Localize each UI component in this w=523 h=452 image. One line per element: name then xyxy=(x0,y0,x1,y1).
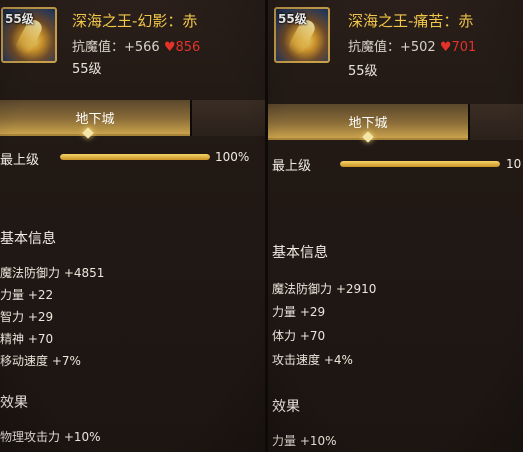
tab-dungeon-label: 地下城 xyxy=(348,115,388,131)
effect-row: 物理攻击力 +10% xyxy=(0,430,101,444)
tab-divider xyxy=(190,100,192,136)
icon-level: 55级 xyxy=(5,12,34,26)
attribute-row: 智力 +29 xyxy=(0,310,54,324)
effect-row: 力量 +10% xyxy=(272,434,337,448)
effect-title: 效果 xyxy=(272,399,300,415)
max-grade-label: 最上级 xyxy=(272,159,312,174)
attribute-row: 魔法防御力 +2910 xyxy=(272,282,377,296)
item-icon[interactable]: 55级 xyxy=(274,7,330,63)
tab-dungeon[interactable]: 地下城 xyxy=(0,100,190,136)
attribute-row: 魔法防御力 +4851 xyxy=(0,266,105,280)
resist-value: 抗魔值：+566 ♥856 xyxy=(72,36,200,55)
attribute-row: 力量 +22 xyxy=(0,288,54,302)
tab-bar: 地下城 xyxy=(0,100,265,136)
item-level: 55级 xyxy=(72,62,102,77)
item-icon[interactable]: 55级 xyxy=(1,7,57,63)
basic-info-title: 基本信息 xyxy=(0,231,56,247)
item-title: 深海之王-痛苦：赤 xyxy=(348,12,474,30)
max-grade-label: 最上级 xyxy=(0,153,40,168)
tab-bar: 地下城 xyxy=(268,104,523,140)
tab-divider xyxy=(468,104,470,140)
grade-progress-text: 100% xyxy=(215,150,250,164)
attribute-row: 体力 +70 xyxy=(272,329,326,343)
item-header: 55级 深海之王-痛苦：赤 抗魔值：+502 ♥701 55级 xyxy=(268,0,523,84)
grade-progress-bar xyxy=(340,161,500,167)
item-panel-right: 55级 深海之王-痛苦：赤 抗魔值：+502 ♥701 55级 地下城 最上级 … xyxy=(268,0,523,452)
attribute-row: 移动速度 +7% xyxy=(0,354,81,368)
resist-red-value: ♥701 xyxy=(439,40,477,55)
resist-label: 抗魔值：+566 xyxy=(72,40,160,55)
resist-value: 抗魔值：+502 ♥701 xyxy=(348,36,476,55)
item-panel-left: 55级 深海之王-幻影：赤 抗魔值：+566 ♥856 55级 地下城 最上级 … xyxy=(0,0,265,452)
grade-progress-bar xyxy=(60,154,210,160)
item-level: 55级 xyxy=(348,64,378,79)
resist-red-value: ♥856 xyxy=(163,40,201,55)
resist-label: 抗魔值：+502 xyxy=(348,40,436,55)
grade-progress-fill xyxy=(60,154,210,160)
item-title: 深海之王-幻影：赤 xyxy=(72,12,198,30)
item-header: 55级 深海之王-幻影：赤 抗魔值：+566 ♥856 55级 xyxy=(0,0,265,84)
icon-level: 55级 xyxy=(278,12,307,26)
tab-dungeon-label: 地下城 xyxy=(75,111,115,127)
effect-title: 效果 xyxy=(0,395,28,411)
attribute-row: 精神 +70 xyxy=(0,332,54,346)
grade-progress-text: 10 xyxy=(506,157,522,171)
attribute-row: 力量 +29 xyxy=(272,305,326,319)
grade-progress-fill xyxy=(340,161,500,167)
attribute-row: 攻击速度 +4% xyxy=(272,353,353,367)
basic-info-title: 基本信息 xyxy=(272,245,328,261)
